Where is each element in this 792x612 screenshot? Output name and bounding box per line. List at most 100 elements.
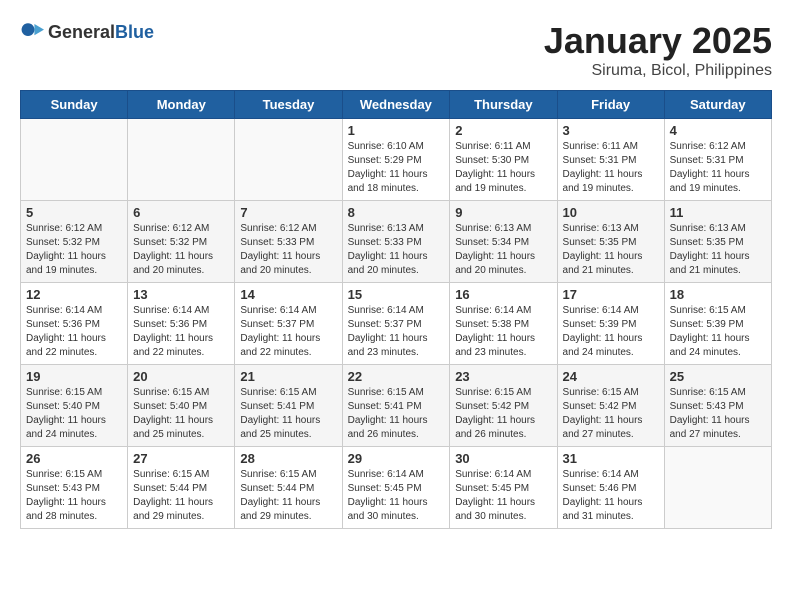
logo: GeneralBlue: [20, 20, 154, 44]
day-info: Sunrise: 6:15 AMSunset: 5:42 PMDaylight:…: [563, 386, 659, 442]
calendar-cell: 4Sunrise: 6:12 AMSunset: 5:31 PMDaylight…: [664, 119, 771, 201]
calendar-cell: 20 Sunrise: 6:15 AMSunset: 5:40 PMDayligh…: [128, 365, 235, 447]
day-number: 12: [26, 287, 122, 302]
day-info: Sunrise: 6:15 AMSunset: 5:41 PMDaylight:…: [240, 386, 336, 442]
calendar-cell: 26 Sunrise: 6:15 AMSunset: 5:43 PMDayligh…: [21, 447, 128, 529]
day-number: 14: [240, 287, 336, 302]
day-info: Sunrise: 6:15 AMSunset: 5:42 PMDaylight:…: [455, 386, 551, 442]
day-info: Sunrise: 6:14 AMSunset: 5:36 PMDaylight:…: [133, 304, 229, 360]
day-info: Sunrise: 6:14 AMSunset: 5:38 PMDaylight:…: [455, 304, 551, 360]
day-number: 2: [455, 123, 551, 138]
day-number: 21: [240, 369, 336, 384]
day-number: 18: [670, 287, 766, 302]
day-number: 8: [348, 205, 445, 220]
day-info: Sunrise: 6:15 AMSunset: 5:43 PMDaylight:…: [670, 386, 766, 442]
calendar-cell: [235, 119, 342, 201]
calendar-cell: 12 Sunrise: 6:14 AMSunset: 5:36 PMDayligh…: [21, 283, 128, 365]
day-number: 28: [240, 451, 336, 466]
day-number: 19: [26, 369, 122, 384]
day-number: 10: [563, 205, 659, 220]
calendar-week-3: 12 Sunrise: 6:14 AMSunset: 5:36 PMDayligh…: [21, 283, 772, 365]
calendar-cell: 27Sunrise: 6:15 AMSunset: 5:44 PMDayligh…: [128, 447, 235, 529]
day-info: Sunrise: 6:13 AMSunset: 5:35 PMDaylight:…: [563, 222, 659, 278]
day-number: 30: [455, 451, 551, 466]
calendar-cell: 25 Sunrise: 6:15 AMSunset: 5:43 PMDayligh…: [664, 365, 771, 447]
day-info: Sunrise: 6:14 AMSunset: 5:37 PMDaylight:…: [240, 304, 336, 360]
calendar-cell: 2 Sunrise: 6:11 AMSunset: 5:30 PMDaylight…: [450, 119, 557, 201]
calendar-cell: 15 Sunrise: 6:14 AMSunset: 5:37 PMDayligh…: [342, 283, 450, 365]
day-number: 27: [133, 451, 229, 466]
day-number: 9: [455, 205, 551, 220]
calendar-cell: 3Sunrise: 6:11 AMSunset: 5:31 PMDaylight…: [557, 119, 664, 201]
calendar-cell: 10 Sunrise: 6:13 AMSunset: 5:35 PMDayligh…: [557, 201, 664, 283]
weekday-header-row: SundayMondayTuesdayWednesdayThursdayFrid…: [21, 91, 772, 119]
calendar-cell: [128, 119, 235, 201]
calendar: SundayMondayTuesdayWednesdayThursdayFrid…: [20, 90, 772, 529]
day-number: 4: [670, 123, 766, 138]
calendar-cell: 1Sunrise: 6:10 AMSunset: 5:29 PMDaylight…: [342, 119, 450, 201]
calendar-week-1: 1Sunrise: 6:10 AMSunset: 5:29 PMDaylight…: [21, 119, 772, 201]
calendar-cell: 22 Sunrise: 6:15 AMSunset: 5:41 PMDayligh…: [342, 365, 450, 447]
day-info: Sunrise: 6:15 AMSunset: 5:44 PMDaylight:…: [240, 468, 336, 524]
calendar-cell: 13Sunrise: 6:14 AMSunset: 5:36 PMDayligh…: [128, 283, 235, 365]
weekday-header-thursday: Thursday: [450, 91, 557, 119]
day-info: Sunrise: 6:15 AMSunset: 5:39 PMDaylight:…: [670, 304, 766, 360]
calendar-cell: 30 Sunrise: 6:14 AMSunset: 5:45 PMDayligh…: [450, 447, 557, 529]
day-info: Sunrise: 6:14 AMSunset: 5:36 PMDaylight:…: [26, 304, 122, 360]
day-number: 26: [26, 451, 122, 466]
day-number: 5: [26, 205, 122, 220]
weekday-header-sunday: Sunday: [21, 91, 128, 119]
calendar-cell: 17 Sunrise: 6:14 AMSunset: 5:39 PMDayligh…: [557, 283, 664, 365]
calendar-cell: 16 Sunrise: 6:14 AMSunset: 5:38 PMDayligh…: [450, 283, 557, 365]
day-number: 17: [563, 287, 659, 302]
calendar-cell: 23 Sunrise: 6:15 AMSunset: 5:42 PMDayligh…: [450, 365, 557, 447]
day-number: 31: [563, 451, 659, 466]
day-info: Sunrise: 6:12 AMSunset: 5:32 PMDaylight:…: [26, 222, 122, 278]
day-number: 7: [240, 205, 336, 220]
calendar-cell: 7 Sunrise: 6:12 AMSunset: 5:33 PMDaylight…: [235, 201, 342, 283]
day-info: Sunrise: 6:12 AMSunset: 5:33 PMDaylight:…: [240, 222, 336, 278]
calendar-week-4: 19 Sunrise: 6:15 AMSunset: 5:40 PMDayligh…: [21, 365, 772, 447]
calendar-cell: 6 Sunrise: 6:12 AMSunset: 5:32 PMDaylight…: [128, 201, 235, 283]
day-info: Sunrise: 6:14 AMSunset: 5:39 PMDaylight:…: [563, 304, 659, 360]
day-info: Sunrise: 6:14 AMSunset: 5:45 PMDaylight:…: [455, 468, 551, 524]
day-info: Sunrise: 6:13 AMSunset: 5:35 PMDaylight:…: [670, 222, 766, 278]
calendar-cell: 14 Sunrise: 6:14 AMSunset: 5:37 PMDayligh…: [235, 283, 342, 365]
day-info: Sunrise: 6:15 AMSunset: 5:41 PMDaylight:…: [348, 386, 445, 442]
day-info: Sunrise: 6:14 AMSunset: 5:45 PMDaylight:…: [348, 468, 445, 524]
weekday-header-saturday: Saturday: [664, 91, 771, 119]
day-number: 16: [455, 287, 551, 302]
day-number: 22: [348, 369, 445, 384]
calendar-cell: 31 Sunrise: 6:14 AMSunset: 5:46 PMDayligh…: [557, 447, 664, 529]
month-title: January 2025: [544, 20, 772, 62]
calendar-cell: 9Sunrise: 6:13 AMSunset: 5:34 PMDaylight…: [450, 201, 557, 283]
day-number: 29: [348, 451, 445, 466]
calendar-week-2: 5 Sunrise: 6:12 AMSunset: 5:32 PMDaylight…: [21, 201, 772, 283]
calendar-cell: [664, 447, 771, 529]
day-number: 15: [348, 287, 445, 302]
day-info: Sunrise: 6:11 AMSunset: 5:31 PMDaylight:…: [563, 140, 659, 196]
calendar-cell: 29 Sunrise: 6:14 AMSunset: 5:45 PMDayligh…: [342, 447, 450, 529]
day-number: 20: [133, 369, 229, 384]
day-number: 23: [455, 369, 551, 384]
day-number: 25: [670, 369, 766, 384]
day-info: Sunrise: 6:12 AMSunset: 5:32 PMDaylight:…: [133, 222, 229, 278]
calendar-week-5: 26 Sunrise: 6:15 AMSunset: 5:43 PMDayligh…: [21, 447, 772, 529]
weekday-header-friday: Friday: [557, 91, 664, 119]
weekday-header-tuesday: Tuesday: [235, 91, 342, 119]
location-title: Siruma, Bicol, Philippines: [544, 62, 772, 80]
calendar-cell: 18 Sunrise: 6:15 AMSunset: 5:39 PMDayligh…: [664, 283, 771, 365]
day-info: Sunrise: 6:14 AMSunset: 5:37 PMDaylight:…: [348, 304, 445, 360]
day-info: Sunrise: 6:15 AMSunset: 5:43 PMDaylight:…: [26, 468, 122, 524]
logo-text-blue: Blue: [115, 22, 154, 42]
day-number: 6: [133, 205, 229, 220]
calendar-cell: 21 Sunrise: 6:15 AMSunset: 5:41 PMDayligh…: [235, 365, 342, 447]
calendar-cell: [21, 119, 128, 201]
day-info: Sunrise: 6:15 AMSunset: 5:40 PMDaylight:…: [133, 386, 229, 442]
day-info: Sunrise: 6:14 AMSunset: 5:46 PMDaylight:…: [563, 468, 659, 524]
calendar-cell: 19Sunrise: 6:15 AMSunset: 5:40 PMDayligh…: [21, 365, 128, 447]
day-number: 24: [563, 369, 659, 384]
logo-icon: [20, 20, 44, 44]
day-info: Sunrise: 6:13 AMSunset: 5:33 PMDaylight:…: [348, 222, 445, 278]
day-info: Sunrise: 6:11 AMSunset: 5:30 PMDaylight:…: [455, 140, 551, 196]
